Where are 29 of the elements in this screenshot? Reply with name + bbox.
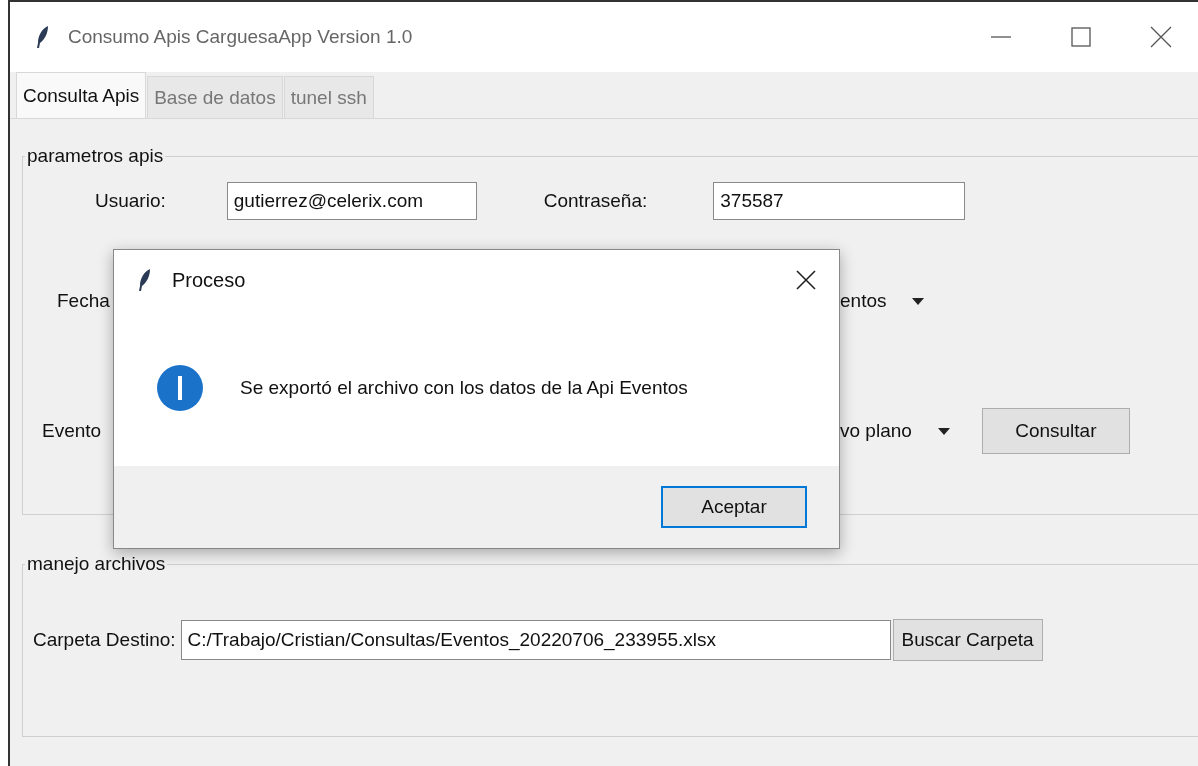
field-label: Fecha [57, 290, 111, 312]
group-title: parametros apis [26, 145, 165, 167]
field-label: Carpeta Destino: [33, 629, 176, 651]
consult-button[interactable]: Consultar [981, 408, 1130, 454]
tab[interactable]: Consulta Apis [16, 72, 147, 118]
maximize-icon[interactable] [1070, 26, 1092, 48]
close-icon[interactable] [1150, 26, 1172, 48]
caret-icon[interactable] [912, 297, 925, 305]
browse-button[interactable]: Buscar Carpeta [892, 619, 1043, 661]
field-label: Usuario: [95, 190, 166, 212]
field-label: Evento [42, 420, 103, 442]
tab[interactable]: tunel ssh [283, 76, 374, 118]
input-field[interactable]: gutierrez@celerix.com [226, 182, 477, 220]
feather-icon [36, 25, 50, 49]
close-icon[interactable] [795, 269, 817, 291]
dialog-title: Proceso [172, 268, 246, 292]
dropdown-value[interactable]: entos [840, 290, 887, 312]
feather-icon [138, 268, 152, 292]
window-title: Consumo Apis CarguesaApp Version 1.0 [68, 26, 413, 48]
group-title: manejo archivos [26, 553, 167, 575]
dialog-message: Se exportó el archivo con los datos de la Api Eventos [240, 377, 688, 399]
input-field[interactable]: C:/Trabajo/Cristian/Consultas/Eventos_20220706_233955.xlsx [180, 620, 891, 660]
dropdown-value[interactable]: vo plano [840, 420, 912, 442]
input-field[interactable]: 375587 [713, 182, 966, 220]
caret-icon[interactable] [937, 427, 950, 435]
field-label: Contraseña: [543, 190, 648, 212]
accept-button[interactable]: Aceptar [661, 486, 807, 528]
tab[interactable]: Base de datos [147, 76, 283, 118]
info-icon [156, 364, 204, 412]
